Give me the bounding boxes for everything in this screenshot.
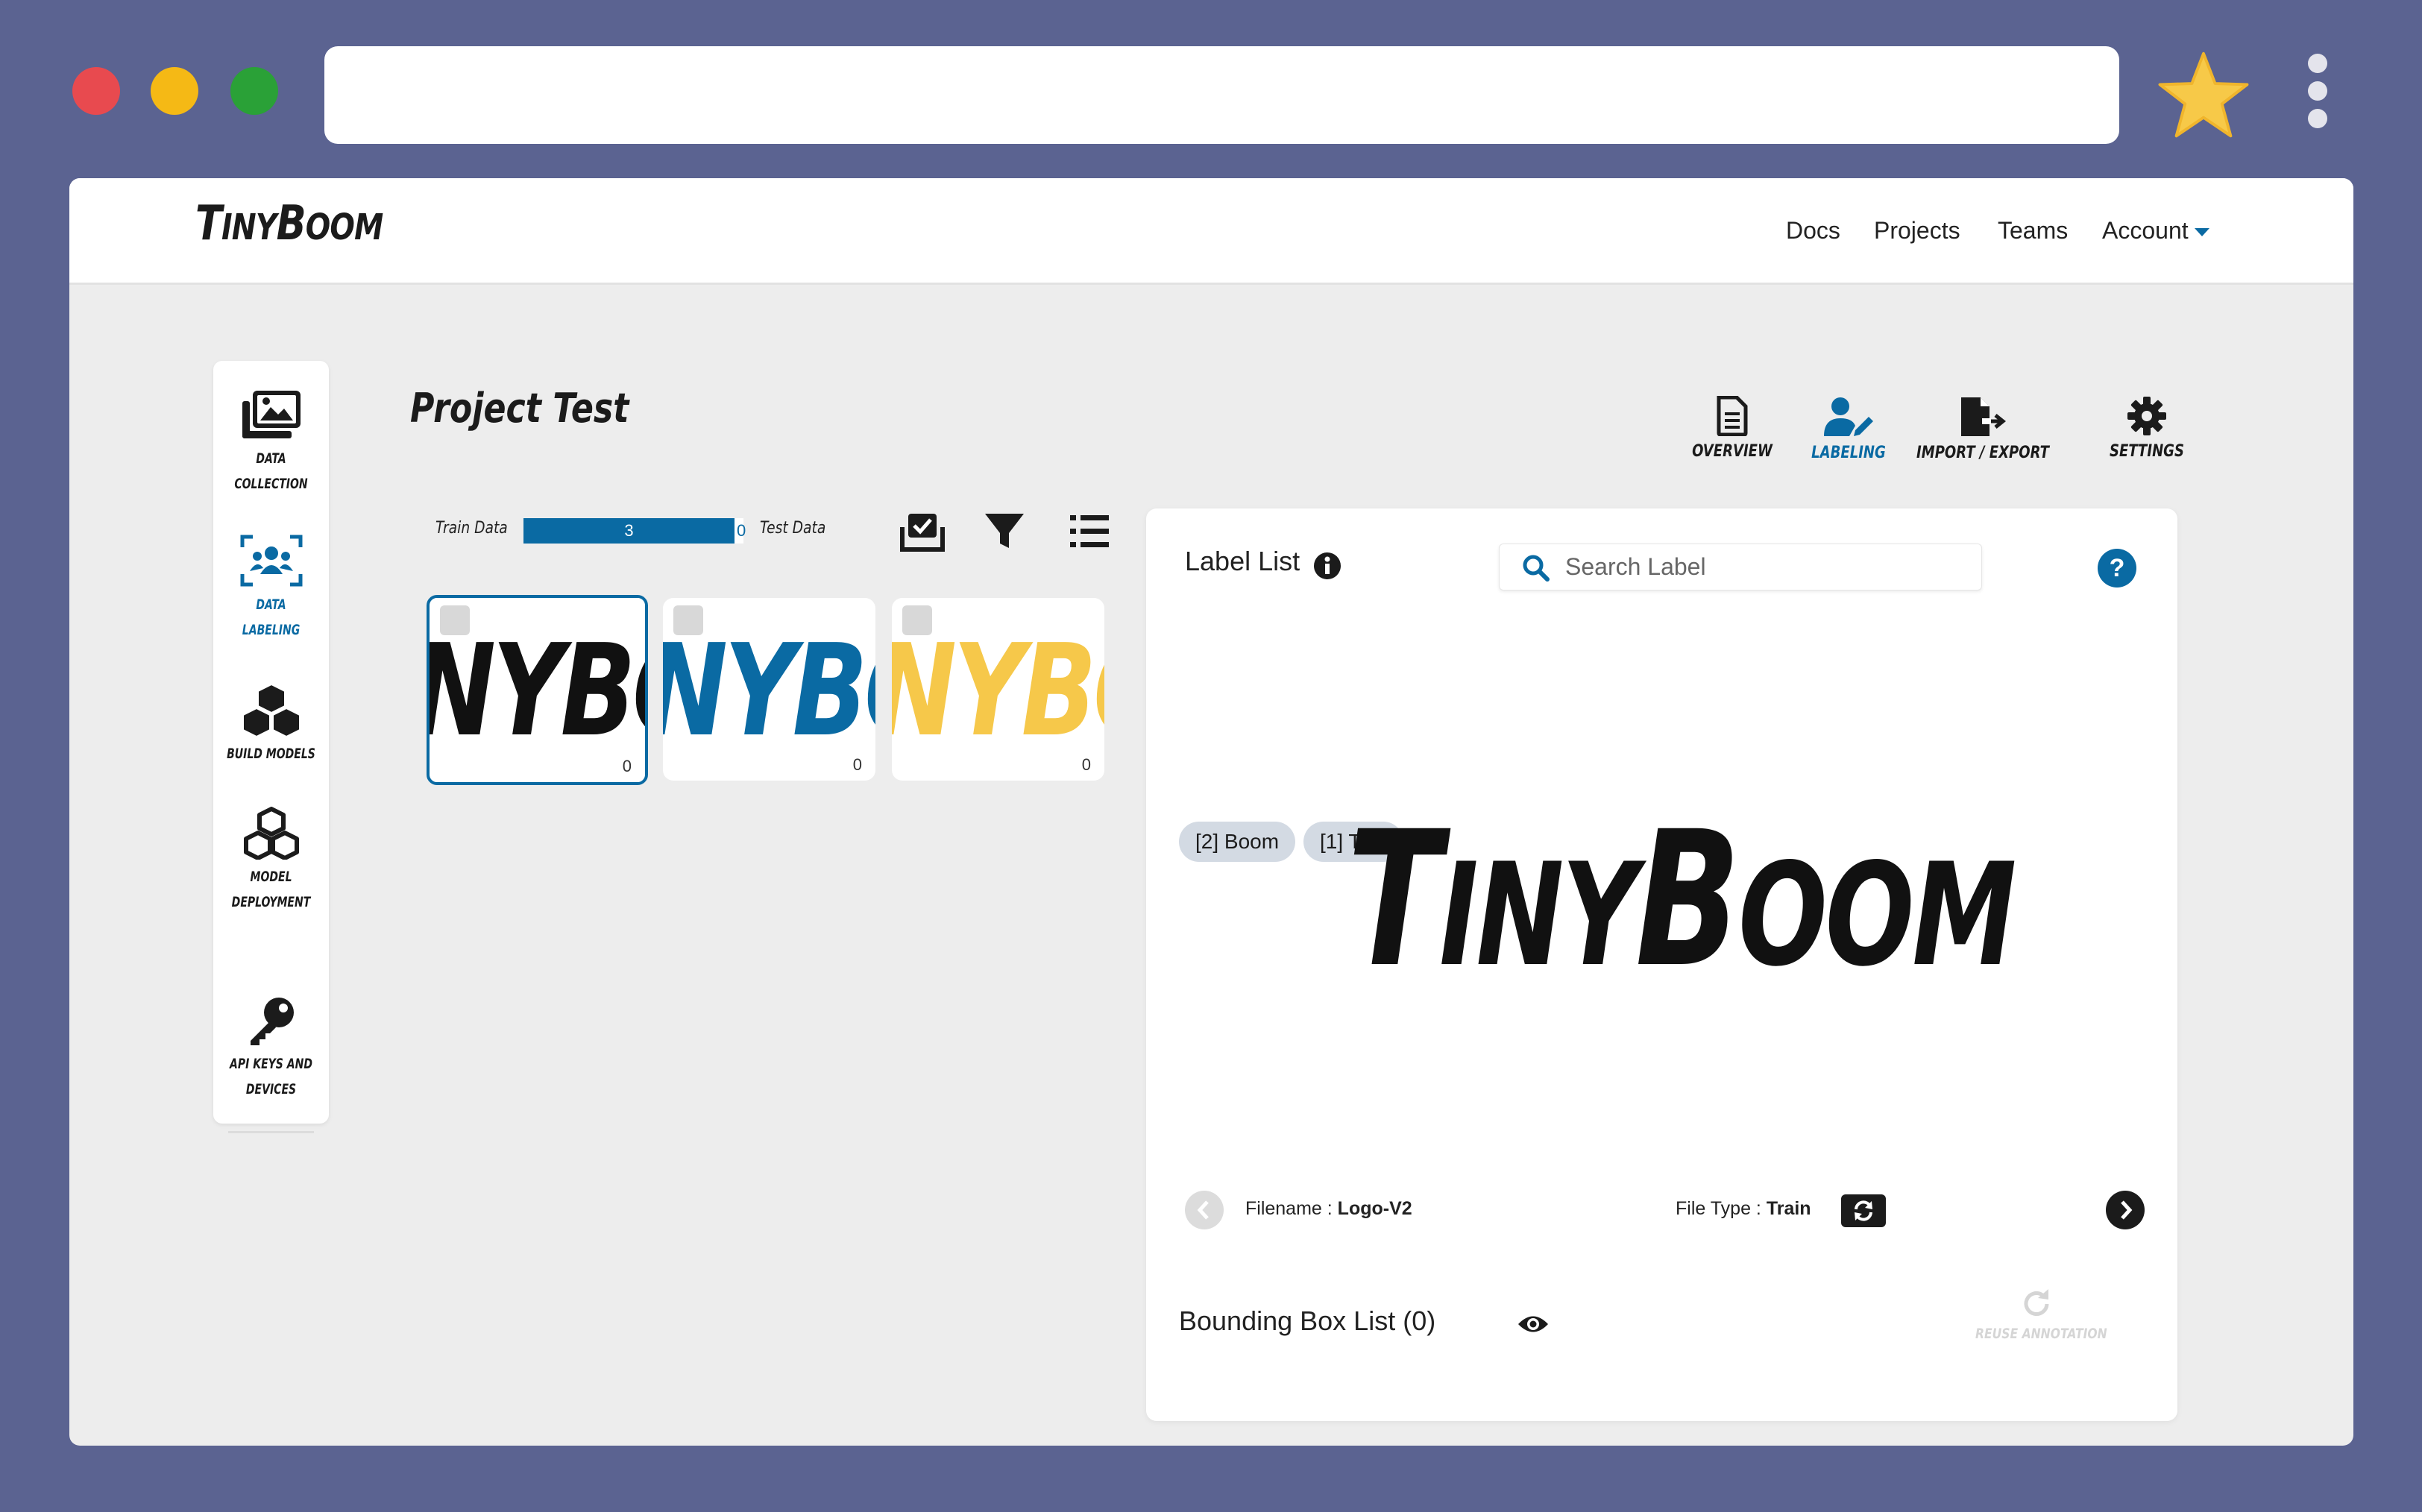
previous-image-button[interactable] <box>1185 1191 1224 1229</box>
sidebar-item-api-keys[interactable]: API KEYS AND DEVICES <box>213 993 329 1102</box>
tab-import-export[interactable]: IMPORT / EXPORT <box>1901 396 2065 462</box>
thumbnail-checkbox[interactable] <box>902 605 932 635</box>
label-chip-boom[interactable]: [2] Boom <box>1179 822 1296 862</box>
thumbnail-annotation-count: 0 <box>1081 755 1091 774</box>
train-data-label: Train Data <box>435 519 508 538</box>
image-gallery-icon <box>242 391 301 438</box>
redo-icon <box>2024 1289 2049 1316</box>
bounding-box-list-title: Bounding Box List (0) <box>1179 1305 1436 1336</box>
browser-menu-icon[interactable] <box>2303 54 2333 143</box>
user-edit-icon <box>1824 397 1873 436</box>
nav-docs-link[interactable]: Docs <box>1786 217 1840 245</box>
sidebar-label: MODEL DEPLOYMENT <box>231 869 311 910</box>
chevron-left-icon <box>1197 1200 1209 1220</box>
image-thumbnail[interactable]: NYBOO 0 <box>892 598 1104 781</box>
minimize-window-dot[interactable] <box>151 67 198 115</box>
switch-filetype-button[interactable] <box>1841 1194 1886 1227</box>
labeling-panel: Label List ? [2] Boom [1] Tiny TINYBOOM … <box>1146 508 2177 1421</box>
search-label-input[interactable] <box>1565 544 1968 590</box>
page-title: Project Test <box>410 385 629 432</box>
sidebar-item-build-models[interactable]: BUILD MODELS <box>213 683 329 766</box>
list-view-icon[interactable] <box>1069 511 1110 552</box>
filter-icon[interactable] <box>984 511 1025 552</box>
thumbnail-checkbox[interactable] <box>440 605 470 635</box>
next-image-button[interactable] <box>2106 1191 2145 1229</box>
sidebar-divider <box>228 1131 314 1133</box>
tab-overview[interactable]: OVERVIEW <box>1680 396 1784 461</box>
nav-projects-link[interactable]: Projects <box>1874 217 1960 245</box>
train-count: 3 <box>624 521 634 540</box>
cubes-icon <box>242 683 301 737</box>
thumbnail-annotation-count: 0 <box>852 755 862 774</box>
help-icon[interactable]: ? <box>2098 549 2136 588</box>
search-icon <box>1523 555 1550 582</box>
test-data-label: Test Data <box>760 519 826 538</box>
maximize-window-dot[interactable] <box>230 67 278 115</box>
tab-label: OVERVIEW <box>1692 442 1773 461</box>
tab-label: SETTINGS <box>2110 442 2184 461</box>
tab-label: IMPORT / EXPORT <box>1916 444 2049 462</box>
image-thumbnail[interactable]: NYBOO 0 <box>663 598 875 781</box>
account-label: Account <box>2102 217 2189 244</box>
train-test-split-bar[interactable]: 3 0 <box>523 518 746 544</box>
tab-label: LABELING <box>1811 444 1886 462</box>
sidebar-item-model-deployment[interactable]: MODEL DEPLOYMENT <box>213 806 329 915</box>
label-list-title: Label List <box>1185 546 1300 576</box>
bookmark-star-icon[interactable] <box>2155 48 2252 145</box>
app-window: TINYBOOM Docs Projects Teams Account DAT… <box>69 178 2353 1446</box>
nav-account-dropdown[interactable]: Account <box>2102 217 2209 245</box>
sidebar-label: BUILD MODELS <box>227 746 315 762</box>
close-window-dot[interactable] <box>72 67 120 115</box>
key-icon <box>250 998 294 1045</box>
reuse-annotation-button[interactable]: REUSE ANNOTATION <box>1962 1288 2111 1342</box>
document-icon <box>1717 396 1748 436</box>
file-export-icon <box>1961 397 2006 436</box>
thumbnail-image-text: NYBOO <box>892 617 1104 765</box>
image-thumbnail[interactable]: NYBOO 0 <box>427 595 648 785</box>
thumbnail-checkbox[interactable] <box>673 605 703 635</box>
people-focus-icon <box>240 535 302 587</box>
tab-settings[interactable]: SETTINGS <box>2095 396 2199 461</box>
cubes-outline-icon <box>243 807 299 860</box>
chevron-down-icon <box>2194 228 2209 237</box>
search-label-field[interactable] <box>1499 544 1982 590</box>
select-all-icon[interactable] <box>899 511 946 552</box>
sync-icon <box>1855 1200 1872 1221</box>
sidebar-label: API KEYS AND DEVICES <box>229 1056 312 1097</box>
address-bar[interactable] <box>324 46 2119 144</box>
thumbnail-image-text: NYBOO <box>663 617 875 765</box>
gear-icon <box>2127 397 2166 435</box>
sidebar-label: DATA LABELING <box>242 596 301 638</box>
thumbnail-annotation-count: 0 <box>622 757 632 775</box>
test-count: 0 <box>737 521 746 540</box>
eye-icon[interactable] <box>1517 1313 1550 1335</box>
chevron-right-icon <box>2121 1200 2133 1220</box>
sidebar-item-data-collection[interactable]: DATA COLLECTION <box>213 389 329 497</box>
thumbnail-image-text: NYBOO <box>427 617 645 765</box>
top-navbar: TINYBOOM Docs Projects Teams Account <box>69 178 2353 285</box>
reuse-annotation-label: REUSE ANNOTATION <box>1975 1326 2107 1342</box>
filetype-info: File Type : Train <box>1676 1198 1811 1219</box>
tab-labeling[interactable]: LABELING <box>1796 396 1901 462</box>
sidebar-item-data-labeling[interactable]: DATA LABELING <box>213 534 329 643</box>
sidebar-label: DATA COLLECTION <box>234 450 308 492</box>
info-icon[interactable] <box>1312 551 1342 581</box>
tinyboom-logo[interactable]: TINYBOOM <box>195 196 383 251</box>
filename-info: Filename : Logo-V2 <box>1245 1198 1412 1219</box>
sidebar: DATA COLLECTION DATA LABELING BUILD MODE… <box>213 361 329 1133</box>
labeling-image-canvas[interactable]: TINYBOOM <box>1347 807 2016 1009</box>
nav-teams-link[interactable]: Teams <box>1998 217 2068 245</box>
